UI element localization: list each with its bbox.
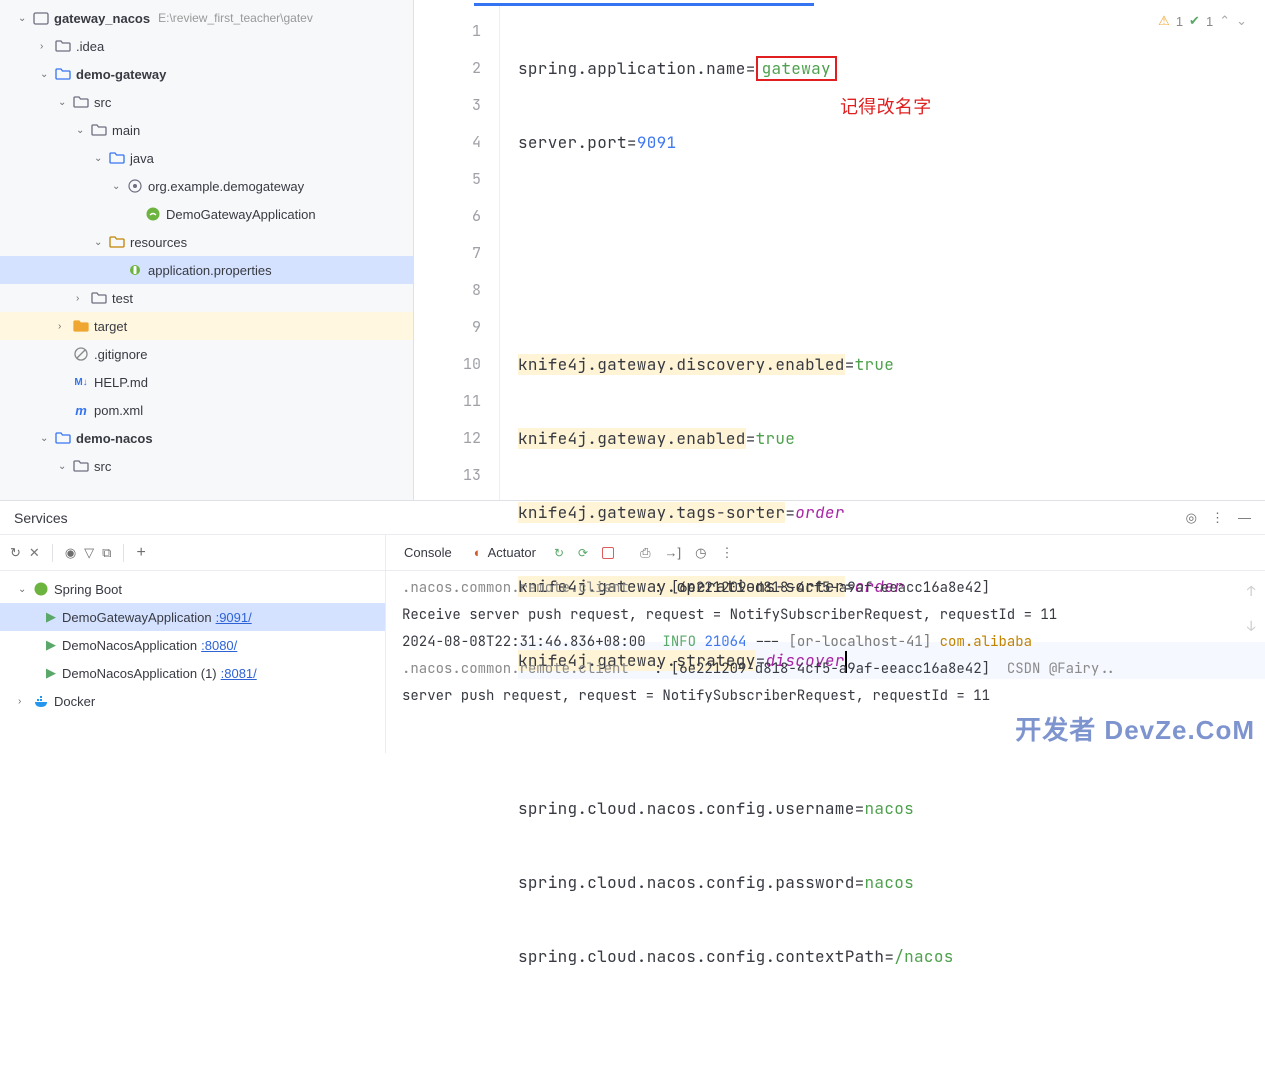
layout-icon[interactable]: ⧉ — [102, 545, 111, 561]
tree-item-demogateway[interactable]: ⌄ demo-gateway — [0, 60, 413, 88]
port-link[interactable]: :8081/ — [221, 666, 257, 681]
spring-icon — [32, 581, 50, 597]
folder-icon — [54, 38, 72, 54]
close-icon[interactable]: ✕ — [29, 545, 40, 561]
services-tree[interactable]: ⌄ Spring Boot ▶ DemoGatewayApplication :… — [0, 571, 385, 753]
services-toolbar: ↻ ✕ ◉ ▽ ⧉ + — [0, 535, 385, 571]
service-springboot[interactable]: ⌄ Spring Boot — [0, 575, 385, 603]
tab-console[interactable]: Console — [396, 541, 460, 564]
service-docker[interactable]: › Docker — [0, 687, 385, 715]
chevron-down-icon: ⌄ — [94, 237, 108, 248]
code-content[interactable]: spring.application.name=gateway server.p… — [500, 3, 1265, 500]
rerun-icon[interactable]: ↻ — [10, 545, 21, 561]
service-app1[interactable]: ▶ DemoGatewayApplication :9091/ — [0, 603, 385, 631]
panel-title: Services — [14, 510, 68, 526]
properties-file-icon — [126, 262, 144, 278]
tree-item-appprops[interactable]: application.properties — [0, 256, 413, 284]
chevron-right-icon: › — [76, 293, 90, 304]
nav-down-icon[interactable]: ⌄ — [1236, 13, 1247, 29]
chevron-down-icon: ⌄ — [40, 433, 54, 444]
console-tabs: Console ◐Actuator ↻ ⟳ ⎙ →] ◷ ⋮ — [386, 535, 1265, 571]
markdown-icon: M↓ — [72, 377, 90, 388]
folder-icon — [90, 290, 108, 306]
port-link[interactable]: :8080/ — [201, 638, 237, 653]
exit-icon[interactable]: →] — [661, 543, 686, 562]
chevron-down-icon: ⌄ — [40, 69, 54, 80]
package-icon — [126, 178, 144, 194]
rerun-console-icon[interactable]: ↻ — [550, 544, 568, 562]
folder-icon — [90, 122, 108, 138]
project-tree[interactable]: ⌄ gateway_nacos E:\review_first_teacher\… — [0, 0, 413, 484]
chevron-down-icon: ⌄ — [112, 181, 126, 192]
tree-item-idea[interactable]: › .idea — [0, 32, 413, 60]
scroll-down-icon[interactable]: ↓ — [1247, 614, 1261, 641]
spring-class-icon — [144, 206, 162, 222]
nav-up-icon[interactable]: ⌃ — [1219, 13, 1230, 29]
source-folder-icon — [108, 150, 126, 166]
rerun-debug-icon[interactable]: ⟳ — [574, 544, 592, 562]
tree-item-demonacos[interactable]: ⌄ demo-nacos — [0, 424, 413, 452]
tree-item-test[interactable]: › test — [0, 284, 413, 312]
docker-icon — [32, 693, 50, 709]
port-link[interactable]: :9091/ — [216, 610, 252, 625]
actuator-icon: ◐ — [474, 545, 482, 560]
tree-item-src[interactable]: ⌄ src — [0, 88, 413, 116]
chevron-down-icon: ⌄ — [94, 153, 108, 164]
folder-icon — [72, 94, 90, 110]
tree-item-src2[interactable]: ⌄ src — [0, 452, 413, 480]
service-app2[interactable]: ▶ DemoNacosApplication :8080/ — [0, 631, 385, 659]
annotation-text: 记得改名字 — [840, 89, 932, 126]
tree-item-appclass[interactable]: DemoGatewayApplication — [0, 200, 413, 228]
tree-item-pom[interactable]: m pom.xml — [0, 396, 413, 424]
tree-item-resources[interactable]: ⌄ resources — [0, 228, 413, 256]
module-icon — [32, 10, 50, 26]
module-folder-icon — [54, 430, 72, 446]
root-path: E:\review_first_teacher\gatev — [158, 11, 313, 25]
root-label: gateway_nacos — [54, 11, 150, 26]
folder-icon — [72, 458, 90, 474]
inspection-widget[interactable]: ⚠1 ✔1 ⌃ ⌄ — [1158, 13, 1247, 29]
gitignore-icon — [72, 346, 90, 362]
filter-icon[interactable]: ▽ — [84, 545, 94, 561]
scroll-up-icon[interactable]: ↑ — [1247, 579, 1261, 606]
editor[interactable]: 1234 5678 910111213 spring.application.n… — [414, 0, 1265, 500]
console-nav: ↑ ↓ — [1243, 571, 1265, 649]
chevron-down-icon: ⌄ — [76, 125, 90, 136]
chevron-right-icon: › — [40, 41, 54, 52]
chevron-down-icon: ⌄ — [58, 461, 72, 472]
more-icon[interactable]: ⋮ — [716, 543, 737, 563]
tree-item-main[interactable]: ⌄ main — [0, 116, 413, 144]
services-panel: Services ◎ ⋮ — ↻ ✕ ◉ ▽ ⧉ + ⌄ Sprin — [0, 500, 1265, 753]
chevron-down-icon: ⌄ — [18, 13, 32, 24]
camera-icon[interactable]: ⎙ — [636, 543, 654, 563]
tree-item-java[interactable]: ⌄ java — [0, 144, 413, 172]
excluded-folder-icon — [72, 318, 90, 334]
tree-root[interactable]: ⌄ gateway_nacos E:\review_first_teacher\… — [0, 4, 413, 32]
view-icon[interactable]: ◉ — [65, 545, 76, 561]
tree-item-target[interactable]: › target — [0, 312, 413, 340]
warning-icon: ⚠ — [1158, 13, 1170, 29]
project-tree-sidebar: ⌄ gateway_nacos E:\review_first_teacher\… — [0, 0, 414, 500]
play-icon: ▶ — [46, 637, 56, 653]
tree-item-gitignore[interactable]: .gitignore — [0, 340, 413, 368]
line-gutter: 1234 5678 910111213 — [414, 3, 500, 500]
module-folder-icon — [54, 66, 72, 82]
resources-folder-icon — [108, 234, 126, 250]
play-icon: ▶ — [46, 609, 56, 625]
stop-icon[interactable] — [598, 545, 618, 561]
service-app3[interactable]: ▶ DemoNacosApplication (1) :8081/ — [0, 659, 385, 687]
tree-item-helpmd[interactable]: M↓ HELP.md — [0, 368, 413, 396]
chevron-down-icon: ⌄ — [58, 97, 72, 108]
check-icon: ✔ — [1189, 13, 1200, 29]
gauge-icon[interactable]: ◷ — [691, 543, 710, 563]
console-output[interactable]: .nacos.common.remote.client : [6e221209-… — [386, 571, 1265, 753]
maven-icon: m — [72, 403, 90, 418]
chevron-right-icon: › — [58, 321, 72, 332]
tab-actuator[interactable]: ◐Actuator — [466, 541, 544, 564]
play-icon: ▶ — [46, 665, 56, 681]
add-icon[interactable]: + — [136, 544, 145, 562]
tree-item-package[interactable]: ⌄ org.example.demogateway — [0, 172, 413, 200]
services-tree-pane: ↻ ✕ ◉ ▽ ⧉ + ⌄ Spring Boot ▶ DemoGatewayA… — [0, 535, 386, 753]
